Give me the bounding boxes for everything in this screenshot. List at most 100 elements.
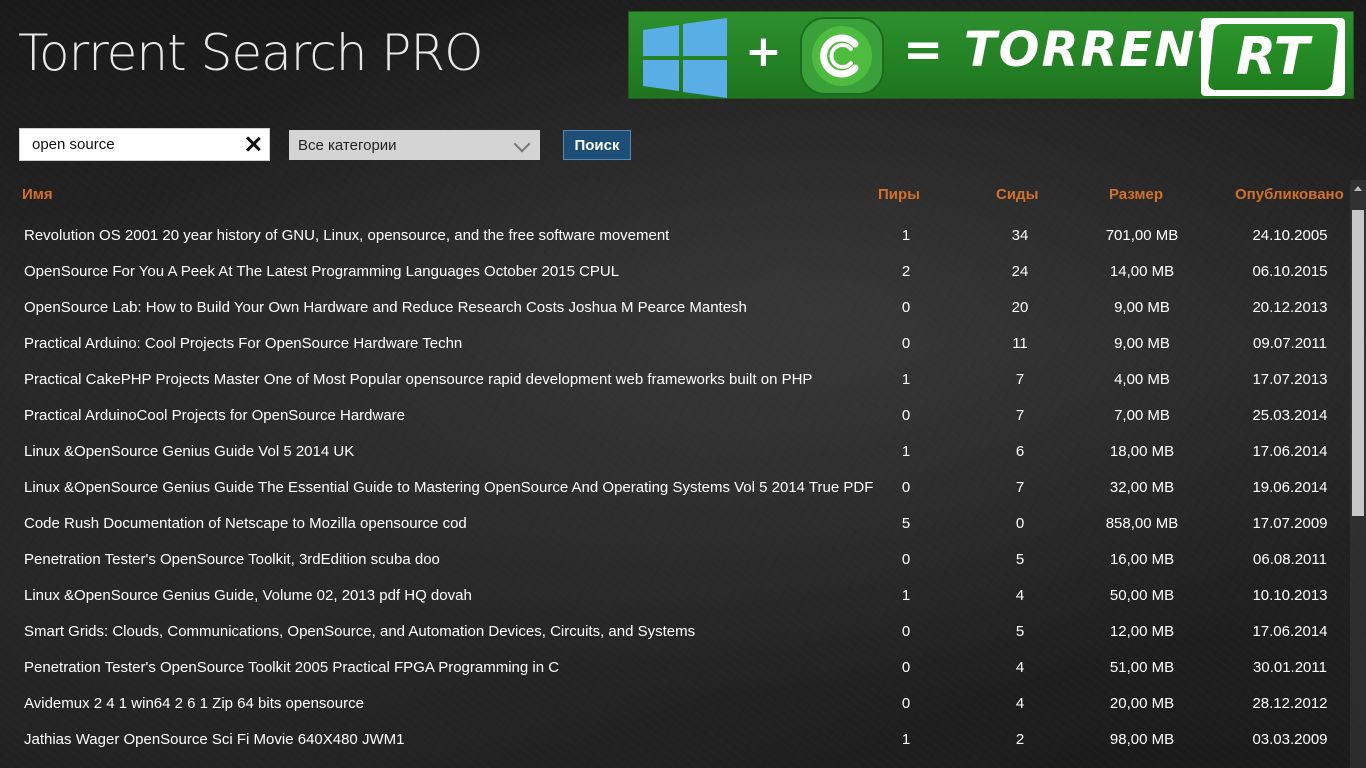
scroll-up-arrow-icon[interactable] bbox=[1354, 186, 1362, 191]
table-row[interactable]: Jathias Wager OpenSource Sci Fi Movie 64… bbox=[0, 726, 1350, 762]
row-size: 51,00 MB bbox=[1109, 659, 1175, 676]
table-row[interactable]: Linux &OpenSource Genius Guide The Essen… bbox=[0, 474, 1350, 510]
torrent-rt-banner[interactable]: + = TORRENT RT bbox=[628, 11, 1354, 99]
table-row[interactable]: Avidemux 2 4 1 win64 2 6 1 Zip 64 bits o… bbox=[0, 690, 1350, 726]
row-published: 17.07.2009 bbox=[1252, 515, 1328, 532]
row-seeds: 6 bbox=[1015, 443, 1025, 460]
row-seeds: 34 bbox=[1011, 227, 1029, 244]
row-seeds: 7 bbox=[1015, 371, 1025, 388]
row-name: Practical ArduinoCool Projects for OpenS… bbox=[24, 407, 406, 424]
search-button[interactable]: Поиск bbox=[563, 130, 631, 160]
row-published: 19.06.2014 bbox=[1252, 479, 1328, 496]
clear-search-icon[interactable] bbox=[243, 134, 263, 154]
row-peers: 1 bbox=[901, 731, 911, 748]
table-row[interactable]: Practical CakePHP Projects Master One of… bbox=[0, 366, 1350, 402]
row-name: Linux &OpenSource Genius Guide, Volume 0… bbox=[24, 587, 472, 604]
row-seeds: 5 bbox=[1015, 623, 1025, 640]
row-seeds: 20 bbox=[1011, 299, 1029, 316]
row-name: Code Rush Documentation of Netscape to M… bbox=[24, 515, 467, 532]
row-seeds: 4 bbox=[1015, 695, 1025, 712]
column-header-published[interactable]: Опубликовано bbox=[1235, 186, 1344, 203]
row-published: 17.06.2014 bbox=[1252, 623, 1328, 640]
table-row[interactable]: Practical ArduinoCool Projects for OpenS… bbox=[0, 402, 1350, 438]
row-peers: 0 bbox=[901, 335, 911, 352]
banner-text: = TORRENT bbox=[903, 22, 1232, 78]
row-size: 9,00 MB bbox=[1114, 335, 1170, 352]
row-size: 9,00 MB bbox=[1114, 299, 1170, 316]
row-seeds: 7 bbox=[1015, 479, 1025, 496]
column-header-size[interactable]: Размер bbox=[1109, 186, 1163, 203]
table-row[interactable]: Smart Grids: Clouds, Communications, Ope… bbox=[0, 618, 1350, 654]
column-header-seeds[interactable]: Сиды bbox=[996, 186, 1038, 203]
row-size: 16,00 MB bbox=[1109, 551, 1175, 568]
row-size: 20,00 MB bbox=[1109, 695, 1175, 712]
row-published: 03.03.2009 bbox=[1252, 731, 1328, 748]
row-size: 858,00 MB bbox=[1105, 515, 1179, 532]
table-row[interactable]: Penetration Tester's OpenSource Toolkit,… bbox=[0, 546, 1350, 582]
row-peers: 1 bbox=[901, 443, 911, 460]
row-name: Penetration Tester's OpenSource Toolkit … bbox=[24, 659, 560, 676]
row-seeds: 2 bbox=[1015, 731, 1025, 748]
bittorrent-logo-icon bbox=[800, 17, 884, 95]
chevron-down-icon bbox=[513, 135, 531, 153]
column-header-name[interactable]: Имя bbox=[22, 186, 53, 203]
row-published: 24.10.2005 bbox=[1252, 227, 1328, 244]
row-peers: 5 bbox=[901, 515, 911, 532]
row-published: 10.10.2013 bbox=[1252, 587, 1328, 604]
banner-plus: + bbox=[745, 26, 782, 77]
table-row[interactable]: OpenSource For You A Peek At The Latest … bbox=[0, 258, 1350, 294]
row-seeds: 0 bbox=[1015, 515, 1025, 532]
table-row[interactable]: OpenSource Lab: How to Build Your Own Ha… bbox=[0, 294, 1350, 330]
row-name: Revolution OS 2001 20 year history of GN… bbox=[24, 227, 670, 244]
row-peers: 1 bbox=[901, 227, 911, 244]
row-published: 17.07.2013 bbox=[1252, 371, 1328, 388]
row-published: 25.03.2014 bbox=[1252, 407, 1328, 424]
row-size: 4,00 MB bbox=[1114, 371, 1170, 388]
row-name: OpenSource For You A Peek At The Latest … bbox=[24, 263, 620, 280]
row-published: 06.10.2015 bbox=[1252, 263, 1328, 280]
row-name: OpenSource Lab: How to Build Your Own Ha… bbox=[24, 299, 747, 316]
row-name: Avidemux 2 4 1 win64 2 6 1 Zip 64 bits o… bbox=[24, 695, 364, 712]
row-peers: 0 bbox=[901, 695, 911, 712]
column-header-peers[interactable]: Пиры bbox=[878, 186, 920, 203]
row-seeds: 24 bbox=[1011, 263, 1029, 280]
row-seeds: 7 bbox=[1015, 407, 1025, 424]
row-name: Penetration Tester's OpenSource Toolkit,… bbox=[24, 551, 440, 568]
row-peers: 1 bbox=[901, 371, 911, 388]
category-dropdown[interactable]: Все категории bbox=[289, 130, 540, 160]
row-published: 28.12.2012 bbox=[1252, 695, 1328, 712]
row-peers: 2 bbox=[901, 263, 911, 280]
app-title: Torrent Search PRO bbox=[18, 24, 484, 82]
row-peers: 0 bbox=[901, 479, 911, 496]
vertical-scrollbar[interactable] bbox=[1350, 180, 1366, 768]
row-size: 98,00 MB bbox=[1109, 731, 1175, 748]
row-peers: 0 bbox=[901, 407, 911, 424]
table-row[interactable]: Code Rush Documentation of Netscape to M… bbox=[0, 510, 1350, 546]
row-published: 06.08.2011 bbox=[1253, 551, 1327, 568]
row-seeds: 4 bbox=[1015, 587, 1025, 604]
search-input[interactable] bbox=[32, 129, 242, 160]
table-row[interactable]: Linux &OpenSource Genius Guide Vol 5 201… bbox=[0, 438, 1350, 474]
search-box[interactable] bbox=[19, 128, 270, 161]
table-row[interactable]: Linux &OpenSource Genius Guide, Volume 0… bbox=[0, 582, 1350, 618]
row-published: 30.01.2011 bbox=[1253, 659, 1327, 676]
table-row[interactable]: Revolution OS 2001 20 year history of GN… bbox=[0, 222, 1350, 258]
row-name: Practical Arduino: Cool Projects For Ope… bbox=[24, 335, 463, 352]
row-size: 18,00 MB bbox=[1109, 443, 1175, 460]
row-name: Linux &OpenSource Genius Guide The Essen… bbox=[24, 479, 874, 496]
row-peers: 0 bbox=[901, 299, 911, 316]
rt-badge: RT bbox=[1201, 18, 1345, 96]
table-row[interactable]: Penetration Tester's OpenSource Toolkit … bbox=[0, 654, 1350, 690]
row-peers: 0 bbox=[901, 623, 911, 640]
row-peers: 0 bbox=[901, 551, 911, 568]
windows-logo-icon bbox=[643, 18, 727, 98]
row-name: Jathias Wager OpenSource Sci Fi Movie 64… bbox=[24, 731, 405, 748]
row-peers: 1 bbox=[901, 587, 911, 604]
results-list: Revolution OS 2001 20 year history of GN… bbox=[0, 222, 1350, 762]
row-size: 14,00 MB bbox=[1109, 263, 1175, 280]
scrollbar-thumb[interactable] bbox=[1352, 210, 1364, 516]
row-published: 20.12.2013 bbox=[1252, 299, 1328, 316]
table-row[interactable]: Practical Arduino: Cool Projects For Ope… bbox=[0, 330, 1350, 366]
row-size: 701,00 MB bbox=[1105, 227, 1179, 244]
row-name: Practical CakePHP Projects Master One of… bbox=[24, 371, 813, 388]
